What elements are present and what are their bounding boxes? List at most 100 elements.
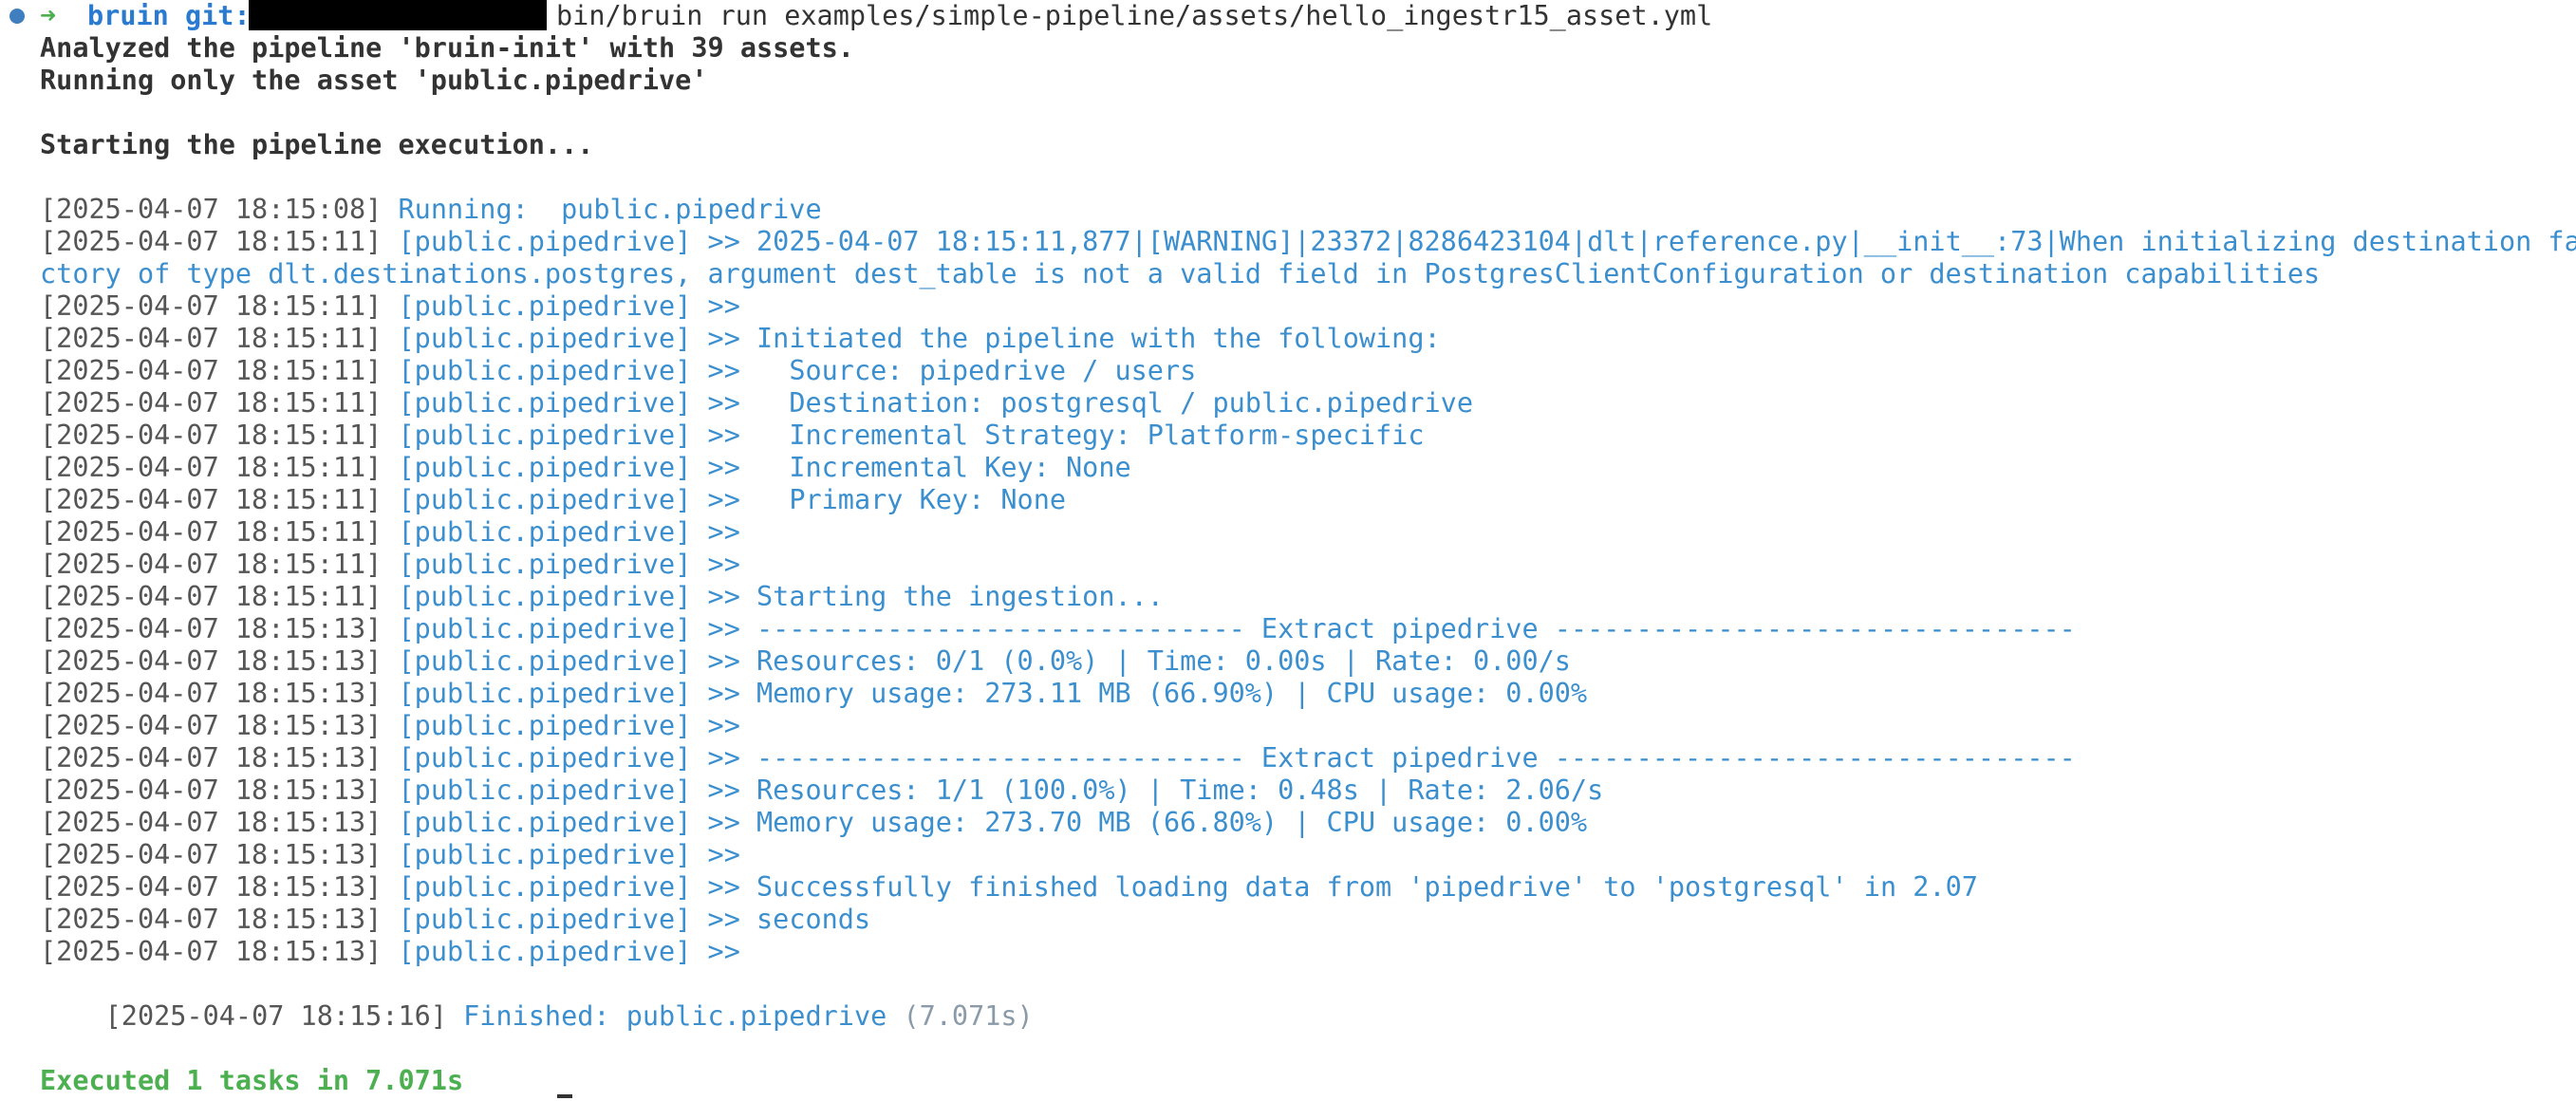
starting-execution-line: Starting the pipeline execution...: [40, 129, 594, 160]
execution-summary: Executed 1 tasks in 7.071s: [40, 1065, 464, 1096]
log-message: >>: [707, 936, 740, 967]
log-timestamp: [2025-04-07 18:15:11]: [40, 290, 383, 322]
log-asset-tag: [public.pipedrive]: [398, 323, 692, 354]
log-asset-tag: [public.pipedrive]: [398, 581, 692, 612]
log-timestamp: [2025-04-07 18:15:13]: [40, 710, 383, 741]
log-line: [2025-04-07 18:15:13] [public.pipedrive]…: [0, 742, 2076, 774]
log-line: [2025-04-07 18:15:13] [public.pipedrive]…: [0, 774, 1603, 807]
log-asset-tag: [public.pipedrive]: [398, 613, 692, 644]
redacted-branch: [249, 0, 547, 30]
log-timestamp: [2025-04-07 18:15:11]: [40, 420, 383, 451]
log-timestamp: [2025-04-07 18:15:08]: [40, 194, 383, 225]
log-line: [2025-04-07 18:15:11] [public.pipedrive]…: [0, 420, 1425, 452]
log-line: [2025-04-07 18:15:13] [public.pipedrive]…: [0, 678, 1587, 710]
log-timestamp: [2025-04-07 18:15:13]: [40, 774, 383, 806]
log-message: >> ------------------------------ Extrac…: [707, 742, 2076, 774]
log-message: >> Starting the ingestion...: [707, 581, 1164, 612]
log-line: [2025-04-07 18:15:13] [public.pipedrive]…: [0, 839, 740, 871]
log-message: Running: public.pipedrive: [398, 194, 822, 225]
log-asset-tag: [public.pipedrive]: [398, 355, 692, 386]
log-timestamp: [2025-04-07 18:15:11]: [40, 549, 383, 580]
log-line: [2025-04-07 18:15:11] [public.pipedrive]…: [0, 226, 2576, 258]
log-asset-tag: [public.pipedrive]: [398, 226, 692, 257]
log-timestamp: [2025-04-07 18:15:11]: [40, 581, 383, 612]
log-asset-tag: [public.pipedrive]: [398, 549, 692, 580]
log-asset-tag: [public.pipedrive]: [398, 710, 692, 741]
log-message: >> Memory usage: 273.70 MB (66.80%) | CP…: [707, 807, 1588, 838]
text-cursor: [557, 1094, 572, 1098]
log-message: >> Memory usage: 273.11 MB (66.90%) | CP…: [707, 678, 1588, 709]
log-timestamp: [2025-04-07 18:15:13]: [40, 645, 383, 677]
log-message: >>: [707, 516, 740, 548]
log-message: >> seconds: [707, 904, 871, 935]
log-line: [2025-04-07 18:15:13] [public.pipedrive]…: [0, 645, 1571, 678]
prompt-arrow-icon: ➜: [40, 0, 57, 31]
log-line: [2025-04-07 18:15:11] [public.pipedrive]…: [0, 549, 740, 581]
log-line: [2025-04-07 18:15:11] [public.pipedrive]…: [0, 387, 1473, 420]
log-message: >> Successfully finished loading data fr…: [707, 871, 1978, 903]
log-message: >> Primary Key: None: [707, 484, 1067, 515]
log-message: >> Destination: postgresql / public.pipe…: [707, 387, 1473, 419]
log-line: [2025-04-07 18:15:11] [public.pipedrive]…: [0, 452, 1131, 484]
log-asset-tag: [public.pipedrive]: [398, 774, 692, 806]
log-timestamp: [2025-04-07 18:15:13]: [40, 807, 383, 838]
log-timestamp: [2025-04-07 18:15:13]: [40, 839, 383, 870]
log-timestamp: [2025-04-07 18:15:13]: [40, 904, 383, 935]
analyzed-pipeline-line: Analyzed the pipeline 'bruin-init' with …: [40, 32, 854, 64]
log-timestamp: [2025-04-07 18:15:11]: [40, 323, 383, 354]
log-line: [2025-04-07 18:15:13] [public.pipedrive]…: [0, 613, 2076, 645]
log-line: [2025-04-07 18:15:11] [public.pipedrive]…: [0, 323, 1441, 355]
prompt-line: ➜ bruin git: bin/bruin run examples/simp…: [0, 0, 2576, 32]
log-line: [2025-04-07 18:15:11] [public.pipedrive]…: [0, 581, 1164, 613]
log-timestamp: [2025-04-07 18:15:11]: [40, 516, 383, 548]
log-timestamp: [2025-04-07 18:15:13]: [40, 742, 383, 774]
log-message: >> Source: pipedrive / users: [707, 355, 1197, 386]
log-message: >> ------------------------------ Extrac…: [707, 613, 2076, 644]
log-timestamp: [2025-04-07 18:15:11]: [40, 387, 383, 419]
log-asset-tag: [public.pipedrive]: [398, 678, 692, 709]
log-line: [2025-04-07 18:15:11] [public.pipedrive]…: [0, 516, 740, 549]
log-message: >> Initiated the pipeline with the follo…: [707, 323, 1441, 354]
log-message: >>: [707, 549, 740, 580]
prompt-directory: bruin git:: [87, 0, 251, 31]
log-line: [2025-04-07 18:15:13] [public.pipedrive]…: [0, 904, 870, 936]
log-asset-tag: [public.pipedrive]: [398, 484, 692, 515]
log-asset-tag: [public.pipedrive]: [398, 936, 692, 967]
log-asset-tag: [public.pipedrive]: [398, 742, 692, 774]
log-line: [2025-04-07 18:15:11] [public.pipedrive]…: [0, 355, 1196, 387]
terminal-window[interactable]: ➜ bruin git: bin/bruin run examples/simp…: [0, 0, 2576, 1101]
prompt-command: bin/bruin run examples/simple-pipeline/a…: [556, 0, 1713, 31]
log-asset-tag: [public.pipedrive]: [398, 839, 692, 870]
log-line: [2025-04-07 18:15:13] [public.pipedrive]…: [0, 807, 1587, 839]
log-asset-tag: [public.pipedrive]: [398, 871, 692, 903]
log-timestamp: [2025-04-07 18:15:13]: [40, 678, 383, 709]
log-timestamp: [2025-04-07 18:15:11]: [40, 452, 383, 483]
log-message: ctory of type dlt.destinations.postgres,…: [40, 258, 2321, 289]
log-message: >>: [707, 290, 740, 322]
log-asset-tag: [public.pipedrive]: [398, 807, 692, 838]
log-line: [2025-04-07 18:15:13] [public.pipedrive]…: [0, 710, 740, 742]
log-line: [2025-04-07 18:15:13] [public.pipedrive]…: [0, 936, 740, 968]
finished-line: [2025-04-07 18:15:16] Finished: public.p…: [0, 968, 1034, 1032]
finished-text: Finished: public.pipedrive: [463, 1000, 887, 1032]
log-timestamp: [2025-04-07 18:15:11]: [40, 355, 383, 386]
log-line: [2025-04-07 18:15:08] Running: public.pi…: [0, 194, 822, 226]
log-message: >>: [707, 710, 740, 741]
log-asset-tag: [public.pipedrive]: [398, 904, 692, 935]
log-timestamp: [2025-04-07 18:15:16]: [104, 1000, 447, 1032]
log-asset-tag: [public.pipedrive]: [398, 645, 692, 677]
finished-duration: (7.071s): [903, 1000, 1034, 1032]
running-asset-line: Running only the asset 'public.pipedrive…: [40, 65, 708, 96]
log-line: ctory of type dlt.destinations.postgres,…: [0, 258, 2320, 290]
log-asset-tag: [public.pipedrive]: [398, 452, 692, 483]
log-message: >> Incremental Strategy: Platform-specif…: [707, 420, 1425, 451]
log-line: [2025-04-07 18:15:13] [public.pipedrive]…: [0, 871, 1978, 904]
status-dot-icon: [9, 9, 25, 24]
log-line: [2025-04-07 18:15:11] [public.pipedrive]…: [0, 484, 1066, 516]
log-message: >> Resources: 0/1 (0.0%) | Time: 0.00s |…: [707, 645, 1571, 677]
log-timestamp: [2025-04-07 18:15:13]: [40, 936, 383, 967]
log-message: >> Resources: 1/1 (100.0%) | Time: 0.48s…: [707, 774, 1604, 806]
log-asset-tag: [public.pipedrive]: [398, 290, 692, 322]
log-timestamp: [2025-04-07 18:15:11]: [40, 226, 383, 257]
log-timestamp: [2025-04-07 18:15:13]: [40, 613, 383, 644]
